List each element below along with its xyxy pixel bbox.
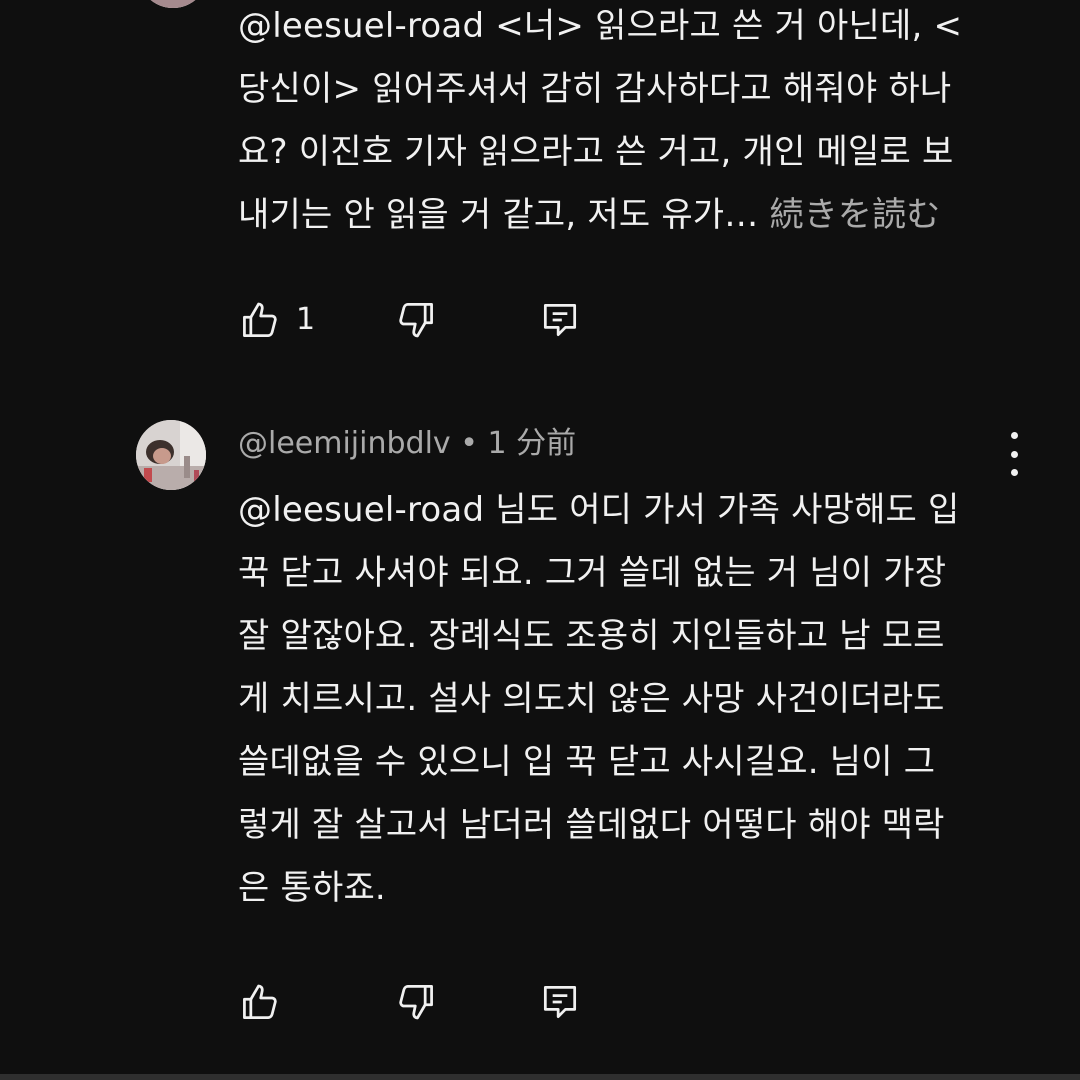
dislike-button[interactable]	[394, 978, 438, 1026]
more-vertical-icon	[1010, 432, 1018, 476]
thumb-up-icon	[238, 980, 282, 1024]
read-more-link[interactable]: 続きを読む	[759, 195, 941, 235]
comment-text-line: 쓸데없을 수 있으니 입 꾹 닫고 사시길요. 님이 그	[238, 742, 936, 782]
comment-author[interactable]: @leemijinbdlv	[238, 426, 451, 461]
comment-header: @leemijinbdlv • 1 分前	[238, 424, 576, 464]
comment-text-line: 꾹 닫고 사셔야 되요. 그거 쓸데 없는 거 님이 가장	[238, 553, 947, 593]
comment-menu-button[interactable]	[1000, 432, 1028, 476]
thumb-down-icon	[394, 980, 438, 1024]
like-count: 1	[296, 302, 316, 337]
comment-text-line: 잘 알잖아요. 장례식도 조용히 지인들하고 남 모르	[238, 616, 945, 656]
comment-text-line: 게 치르시고. 설사 의도치 않은 사망 사건이더라도	[238, 679, 945, 719]
dislike-button[interactable]	[394, 296, 438, 344]
comment-text-line: 당신이> 읽어주셔서 감히 감사하다고 해줘야 하나	[238, 69, 952, 109]
reply-button[interactable]	[538, 296, 582, 344]
comment-text-line: @leesuel-road <너> 읽으라고 쓴 거 아닌데, <	[238, 6, 963, 46]
comment-text-line: @leesuel-road 님도 어디 가서 가족 사망해도 입	[238, 490, 960, 530]
comment-text-line: 내기는 안 읽을 거 같고, 저도 유가…	[238, 195, 759, 235]
avatar[interactable]	[138, 0, 208, 8]
thumb-down-icon	[394, 298, 438, 342]
avatar[interactable]	[136, 420, 206, 490]
like-button[interactable]: 1	[238, 296, 315, 344]
reply-button[interactable]	[538, 978, 582, 1026]
comment-text-line: 은 통하죠.	[238, 868, 386, 908]
comment-text: @leesuel-road <너> 읽으라고 쓴 거 아닌데, < 당신이> 읽…	[238, 0, 1008, 247]
bottom-divider	[0, 1074, 1080, 1080]
comment-time: • 1 分前	[460, 426, 577, 461]
thumb-up-icon	[238, 298, 282, 342]
comment-text-line: 요? 이진호 기자 읽으라고 쓴 거고, 개인 메일로 보	[238, 132, 954, 172]
reply-comment-icon	[538, 980, 582, 1024]
reply-comment-icon	[538, 298, 582, 342]
comment-text-line: 렇게 잘 살고서 남더러 쓸데없다 어떻다 해야 맥락	[238, 805, 945, 845]
comment-text: @leesuel-road 님도 어디 가서 가족 사망해도 입 꾹 닫고 사셔…	[238, 479, 1008, 920]
like-button[interactable]	[238, 978, 282, 1026]
